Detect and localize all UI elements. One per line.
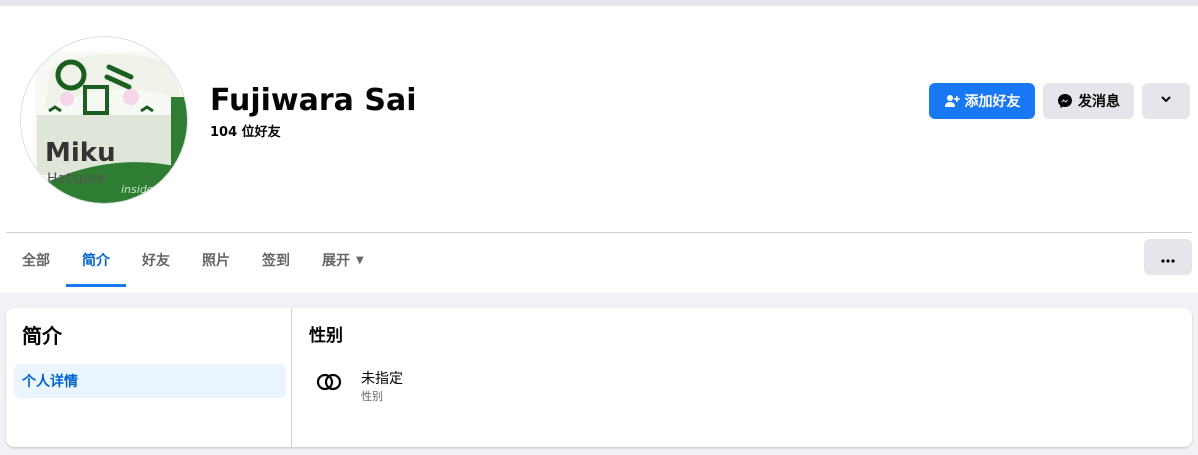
profile-name: Fujiwara Sai — [210, 83, 417, 118]
more-dots-icon — [1161, 248, 1175, 267]
tab-label: 签到 — [262, 253, 290, 269]
tab-label: 全部 — [22, 253, 50, 269]
tab-label: 好友 — [142, 253, 170, 269]
tab-friends[interactable]: 好友 — [126, 234, 186, 286]
message-button[interactable]: 发消息 — [1043, 83, 1134, 119]
add-friend-label: 添加好友 — [964, 94, 1021, 110]
add-friend-button[interactable]: 添加好友 — [929, 83, 1035, 119]
gender-value: 未指定 — [361, 371, 403, 387]
chevron-down-icon — [1160, 93, 1172, 109]
tabs-more-options-button[interactable] — [1144, 239, 1192, 275]
friends-count-link[interactable]: 104 位好友 — [210, 124, 281, 142]
tab-more[interactable]: 展开 ▼ — [306, 234, 380, 286]
sidebar-item-personal-details[interactable]: 个人详情 — [14, 364, 286, 398]
tab-checkins[interactable]: 签到 — [246, 234, 306, 286]
gender-section-title: 性别 — [309, 326, 343, 346]
message-label: 发消息 — [1078, 94, 1120, 110]
profile-more-button[interactable] — [1142, 83, 1190, 119]
tab-all[interactable]: 全部 — [6, 234, 66, 286]
about-sidebar: 简介 个人详情 — [6, 308, 292, 447]
sidebar-item-label: 个人详情 — [22, 374, 78, 390]
tab-about[interactable]: 简介 — [66, 234, 126, 287]
tab-label: 展开 — [322, 253, 350, 269]
avatar-text-corner: inside — [121, 183, 154, 196]
about-sidebar-title: 简介 — [22, 324, 62, 348]
gender-rings-icon — [315, 370, 343, 394]
add-person-icon — [944, 93, 960, 109]
avatar-text-main: Miku — [45, 138, 116, 168]
header-divider — [6, 232, 1192, 233]
messenger-icon — [1057, 93, 1073, 109]
about-card: 简介 个人详情 性别 未指定 性别 — [6, 308, 1192, 447]
profile-tabs: 全部 简介 好友 照片 签到 展开 ▼ — [6, 234, 380, 287]
miku-avatar-image: Miku Hatsune inside — [21, 37, 187, 203]
tab-photos[interactable]: 照片 — [186, 234, 246, 286]
about-content: 性别 未指定 性别 — [293, 308, 1192, 447]
gender-label: 性别 — [361, 390, 383, 403]
avatar-text-sub: Hatsune — [47, 171, 105, 187]
caret-down-icon: ▼ — [356, 254, 364, 266]
profile-avatar[interactable]: Miku Hatsune inside — [20, 36, 188, 204]
tab-label: 照片 — [202, 253, 230, 269]
tab-label: 简介 — [82, 253, 110, 269]
